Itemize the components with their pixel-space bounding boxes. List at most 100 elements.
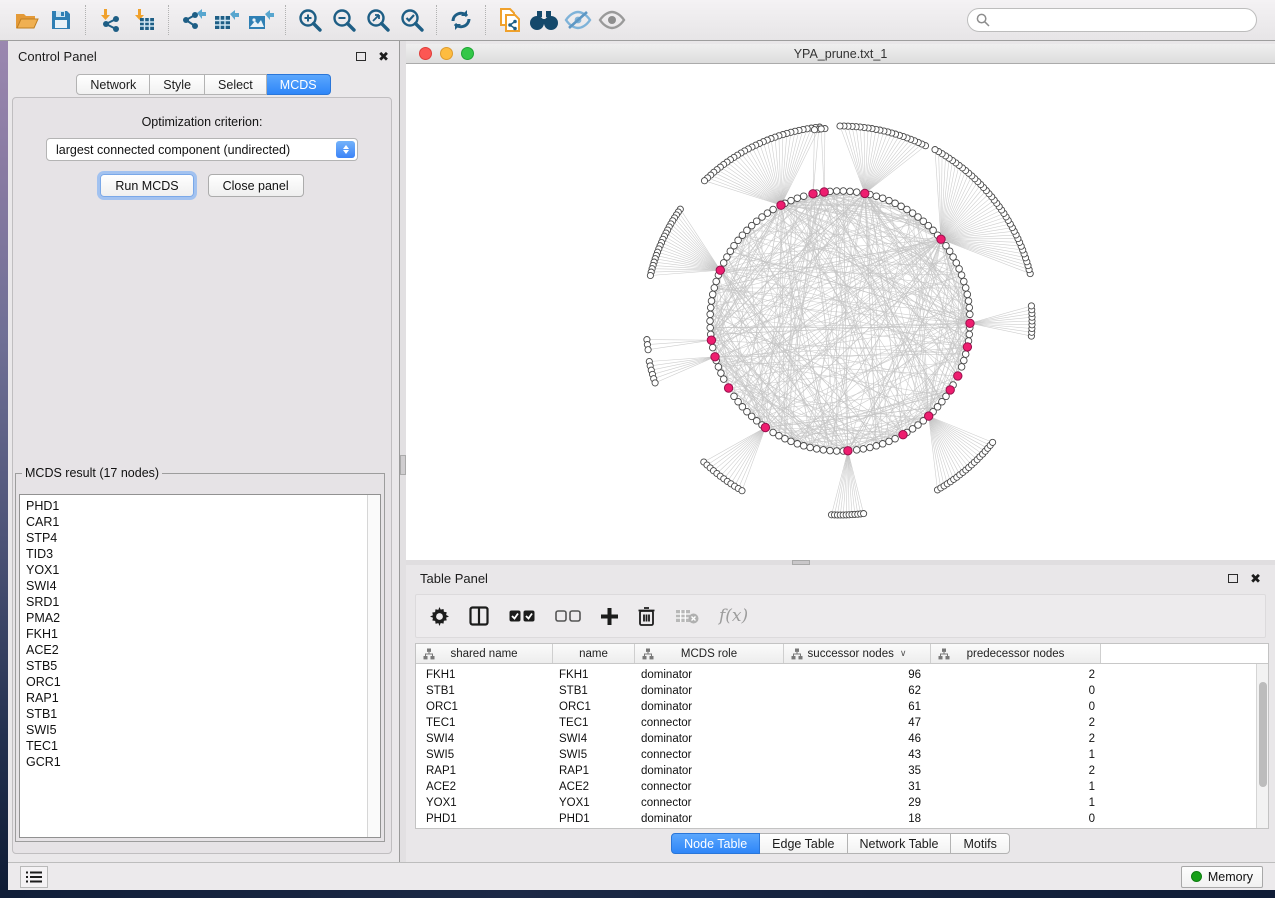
- search-input[interactable]: [967, 8, 1257, 32]
- run-mcds-button[interactable]: Run MCDS: [100, 174, 193, 197]
- satellite-node[interactable]: [1028, 303, 1034, 309]
- ring-node[interactable]: [886, 438, 893, 445]
- ring-node[interactable]: [892, 200, 899, 207]
- satellite-node[interactable]: [990, 439, 996, 445]
- table-row[interactable]: ACE2ACE2connector311: [416, 779, 1268, 795]
- mcds-hub-node[interactable]: [711, 353, 719, 361]
- delete-column-icon[interactable]: [638, 606, 655, 626]
- export-network-icon[interactable]: [176, 4, 210, 36]
- import-network-icon[interactable]: [93, 4, 127, 36]
- mcds-result-item[interactable]: STB1: [26, 706, 380, 722]
- table-row[interactable]: SWI4SWI4dominator462: [416, 731, 1268, 747]
- mcds-result-item[interactable]: YOX1: [26, 562, 380, 578]
- zoom-out-icon[interactable]: [327, 4, 361, 36]
- column-header-shared-name[interactable]: shared name: [416, 644, 553, 663]
- import-table-icon[interactable]: [127, 4, 161, 36]
- table-row[interactable]: STB1STB1dominator620: [416, 683, 1268, 699]
- mcds-result-item[interactable]: FKH1: [26, 626, 380, 642]
- mcds-result-item[interactable]: ACE2: [26, 642, 380, 658]
- ring-node[interactable]: [707, 311, 714, 318]
- table-scrollbar[interactable]: [1256, 664, 1268, 828]
- column-header-name[interactable]: name: [553, 644, 635, 663]
- ring-node[interactable]: [840, 188, 847, 195]
- tab-mcds[interactable]: MCDS: [267, 74, 331, 95]
- network-graph[interactable]: [406, 64, 1275, 560]
- mcds-hub-node[interactable]: [724, 384, 732, 392]
- tab-node-table[interactable]: Node Table: [671, 833, 760, 854]
- ring-node[interactable]: [833, 448, 840, 455]
- ring-node[interactable]: [707, 304, 714, 311]
- ring-node[interactable]: [847, 188, 854, 195]
- satellite-node[interactable]: [739, 488, 745, 494]
- mcds-hub-node[interactable]: [899, 431, 907, 439]
- ring-node[interactable]: [961, 357, 968, 364]
- ring-node[interactable]: [800, 443, 807, 450]
- ring-node[interactable]: [964, 291, 971, 298]
- mcds-hub-node[interactable]: [844, 447, 852, 455]
- ring-node[interactable]: [820, 447, 827, 454]
- ring-node[interactable]: [715, 364, 722, 371]
- show-details-icon[interactable]: [595, 4, 629, 36]
- ring-node[interactable]: [966, 304, 973, 311]
- function-builder-icon[interactable]: f(x): [719, 606, 748, 626]
- float-table-panel-icon[interactable]: [1228, 574, 1238, 583]
- optimization-criterion-select[interactable]: largest connected component (undirected): [46, 138, 358, 161]
- mcds-hub-node[interactable]: [963, 343, 971, 351]
- tab-edge-table[interactable]: Edge Table: [760, 833, 847, 854]
- ring-node[interactable]: [962, 285, 969, 292]
- ring-node[interactable]: [873, 443, 880, 450]
- satellite-node[interactable]: [645, 347, 651, 353]
- show-panels-list-icon[interactable]: [20, 866, 48, 888]
- column-header-successor-nodes[interactable]: successor nodes∨: [784, 644, 931, 663]
- column-header-mcds-role[interactable]: MCDS role: [635, 644, 784, 663]
- ring-node[interactable]: [708, 298, 715, 305]
- ring-node[interactable]: [800, 193, 807, 200]
- ring-node[interactable]: [943, 242, 950, 249]
- mcds-hub-node[interactable]: [861, 189, 869, 197]
- select-all-icon[interactable]: [509, 610, 535, 623]
- mcds-result-item[interactable]: SWI4: [26, 578, 380, 594]
- ring-node[interactable]: [892, 435, 899, 442]
- deselect-all-icon[interactable]: [555, 610, 581, 623]
- ring-node[interactable]: [853, 189, 860, 196]
- mcds-result-item[interactable]: TEC1: [26, 738, 380, 754]
- ring-node[interactable]: [833, 188, 840, 195]
- mcds-result-item[interactable]: CAR1: [26, 514, 380, 530]
- ring-node[interactable]: [709, 344, 716, 351]
- ring-node[interactable]: [958, 364, 965, 371]
- open-file-icon[interactable]: [10, 4, 44, 36]
- mcds-hub-node[interactable]: [716, 266, 724, 274]
- ring-node[interactable]: [966, 331, 973, 338]
- table-row[interactable]: PHD1PHD1dominator180: [416, 811, 1268, 827]
- tab-network-table[interactable]: Network Table: [848, 833, 952, 854]
- show-columns-icon[interactable]: [469, 606, 489, 626]
- mcds-hub-node[interactable]: [946, 386, 954, 394]
- find-binoculars-icon[interactable]: [527, 4, 561, 36]
- mcds-hub-node[interactable]: [966, 319, 974, 327]
- ring-node[interactable]: [813, 446, 820, 453]
- mcds-hub-node[interactable]: [925, 412, 933, 420]
- mcds-result-item[interactable]: GCR1: [26, 754, 380, 770]
- ring-node[interactable]: [879, 441, 886, 448]
- export-image-icon[interactable]: [244, 4, 278, 36]
- export-table-icon[interactable]: [210, 4, 244, 36]
- ring-node[interactable]: [713, 278, 720, 285]
- ring-node[interactable]: [827, 447, 834, 454]
- ring-node[interactable]: [794, 195, 801, 202]
- ring-node[interactable]: [879, 195, 886, 202]
- mcds-list-scrollbar[interactable]: [367, 495, 380, 837]
- ring-node[interactable]: [711, 285, 718, 292]
- ring-node[interactable]: [898, 203, 905, 210]
- tab-style[interactable]: Style: [150, 74, 205, 95]
- ring-node[interactable]: [776, 432, 783, 439]
- delete-table-icon[interactable]: [675, 608, 699, 624]
- satellite-node[interactable]: [837, 123, 843, 129]
- column-header-predecessor-nodes[interactable]: predecessor nodes: [931, 644, 1101, 663]
- ring-node[interactable]: [886, 197, 893, 204]
- tab-motifs[interactable]: Motifs: [951, 833, 1009, 854]
- mcds-result-item[interactable]: STB5: [26, 658, 380, 674]
- node-table[interactable]: shared namenameMCDS rolesuccessor nodes∨…: [415, 643, 1269, 829]
- mcds-result-item[interactable]: SRD1: [26, 594, 380, 610]
- ring-node[interactable]: [709, 291, 716, 298]
- mcds-result-item[interactable]: PHD1: [26, 498, 380, 514]
